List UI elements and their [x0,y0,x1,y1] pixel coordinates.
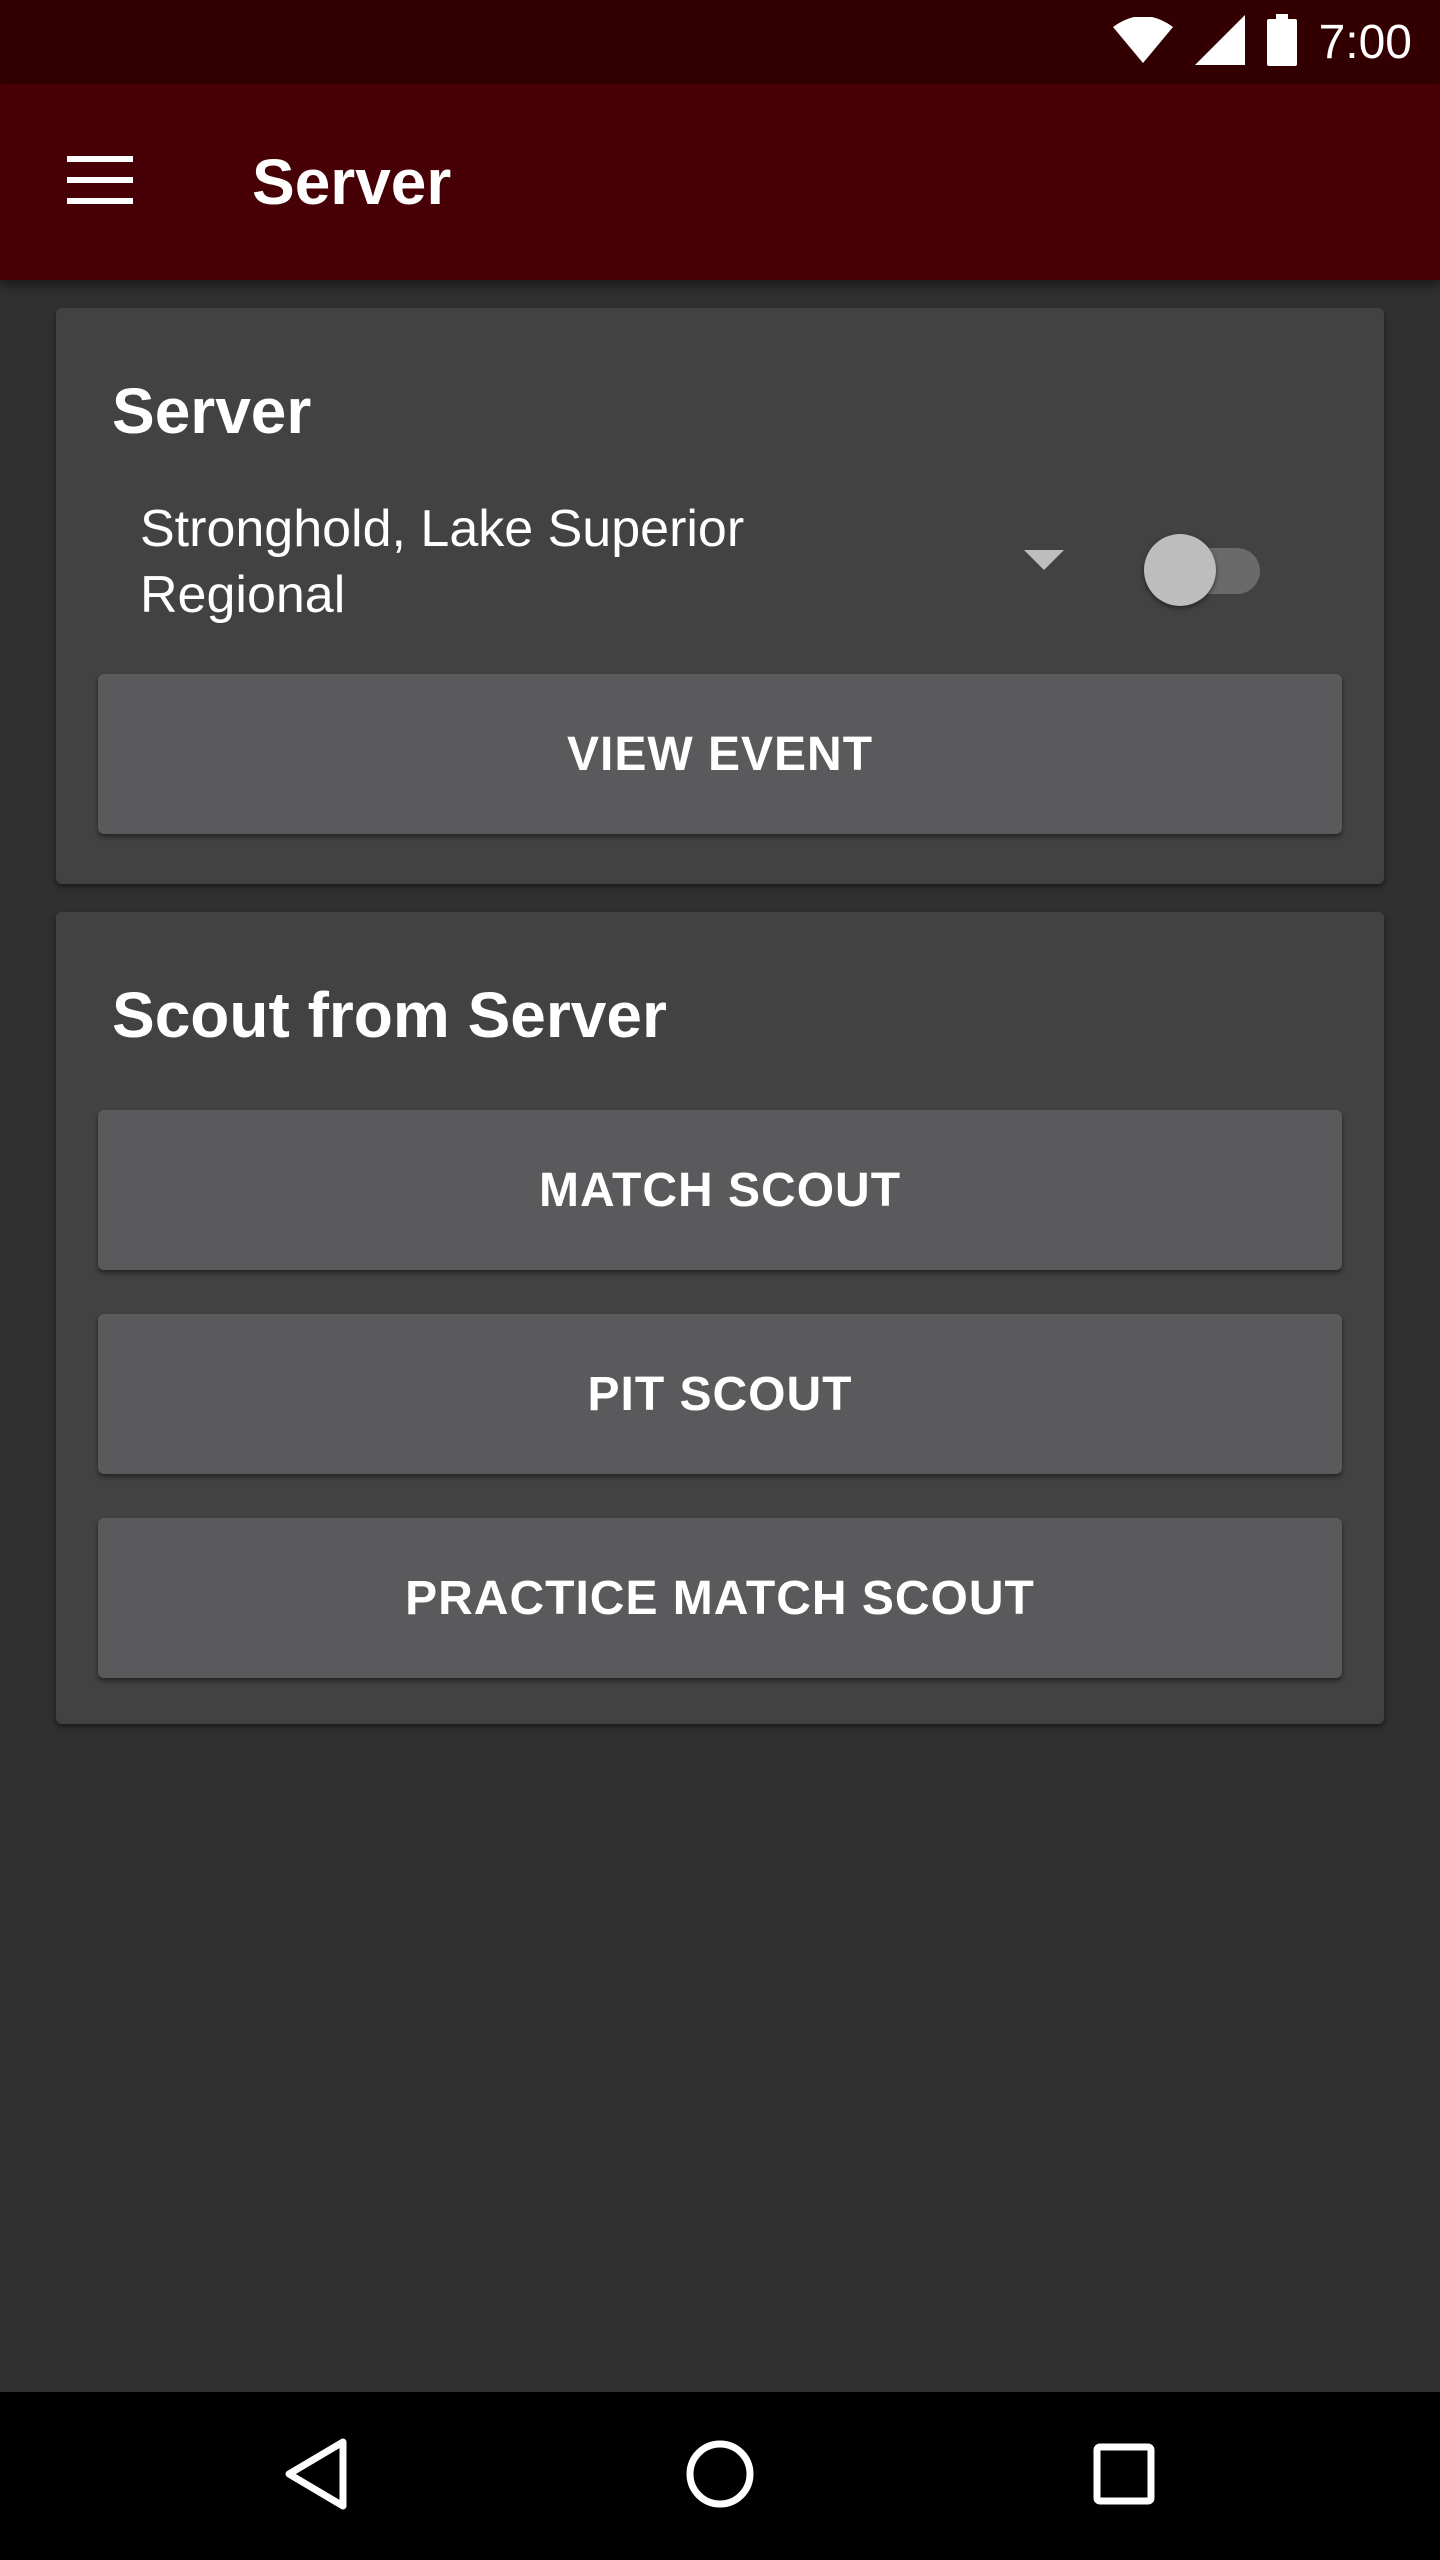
view-event-button[interactable]: VIEW EVENT [98,674,1342,834]
recents-icon [1093,2443,1155,2510]
practice-match-scout-button[interactable]: PRACTICE MATCH SCOUT [98,1518,1342,1678]
match-scout-button[interactable]: MATCH SCOUT [98,1110,1342,1270]
server-card-title: Server [112,375,312,447]
status-bar: 7:00 [0,0,1440,84]
server-card: Server Stronghold, Lake Superior Regiona… [56,308,1384,884]
scout-card-title: Scout from Server [112,979,667,1051]
server-toggle[interactable] [1144,524,1264,606]
page-title: Server [252,146,452,218]
navigation-bar [0,2392,1440,2560]
app-bar: Server [0,84,1440,280]
menu-button[interactable] [44,126,156,238]
back-button[interactable] [256,2416,376,2536]
event-select-value: Stronghold, Lake Superior Regional [140,500,745,624]
status-icons: 7:00 [1112,0,1412,84]
home-button[interactable] [660,2416,780,2536]
home-icon [685,2439,755,2514]
menu-icon [67,155,133,209]
event-select[interactable]: Stronghold, Lake Superior Regional [140,496,1080,632]
back-icon [281,2436,351,2517]
dropdown-arrow-icon [1024,550,1064,570]
clock: 7:00 [1318,15,1412,69]
scout-card: Scout from Server MATCH SCOUT PIT SCOUT … [56,912,1384,1724]
cell-signal-icon [1194,14,1245,70]
battery-icon [1266,13,1297,71]
toggle-thumb [1144,534,1216,606]
pit-scout-button[interactable]: PIT SCOUT [98,1314,1342,1474]
wifi-icon [1112,15,1173,68]
recents-button[interactable] [1064,2416,1184,2536]
